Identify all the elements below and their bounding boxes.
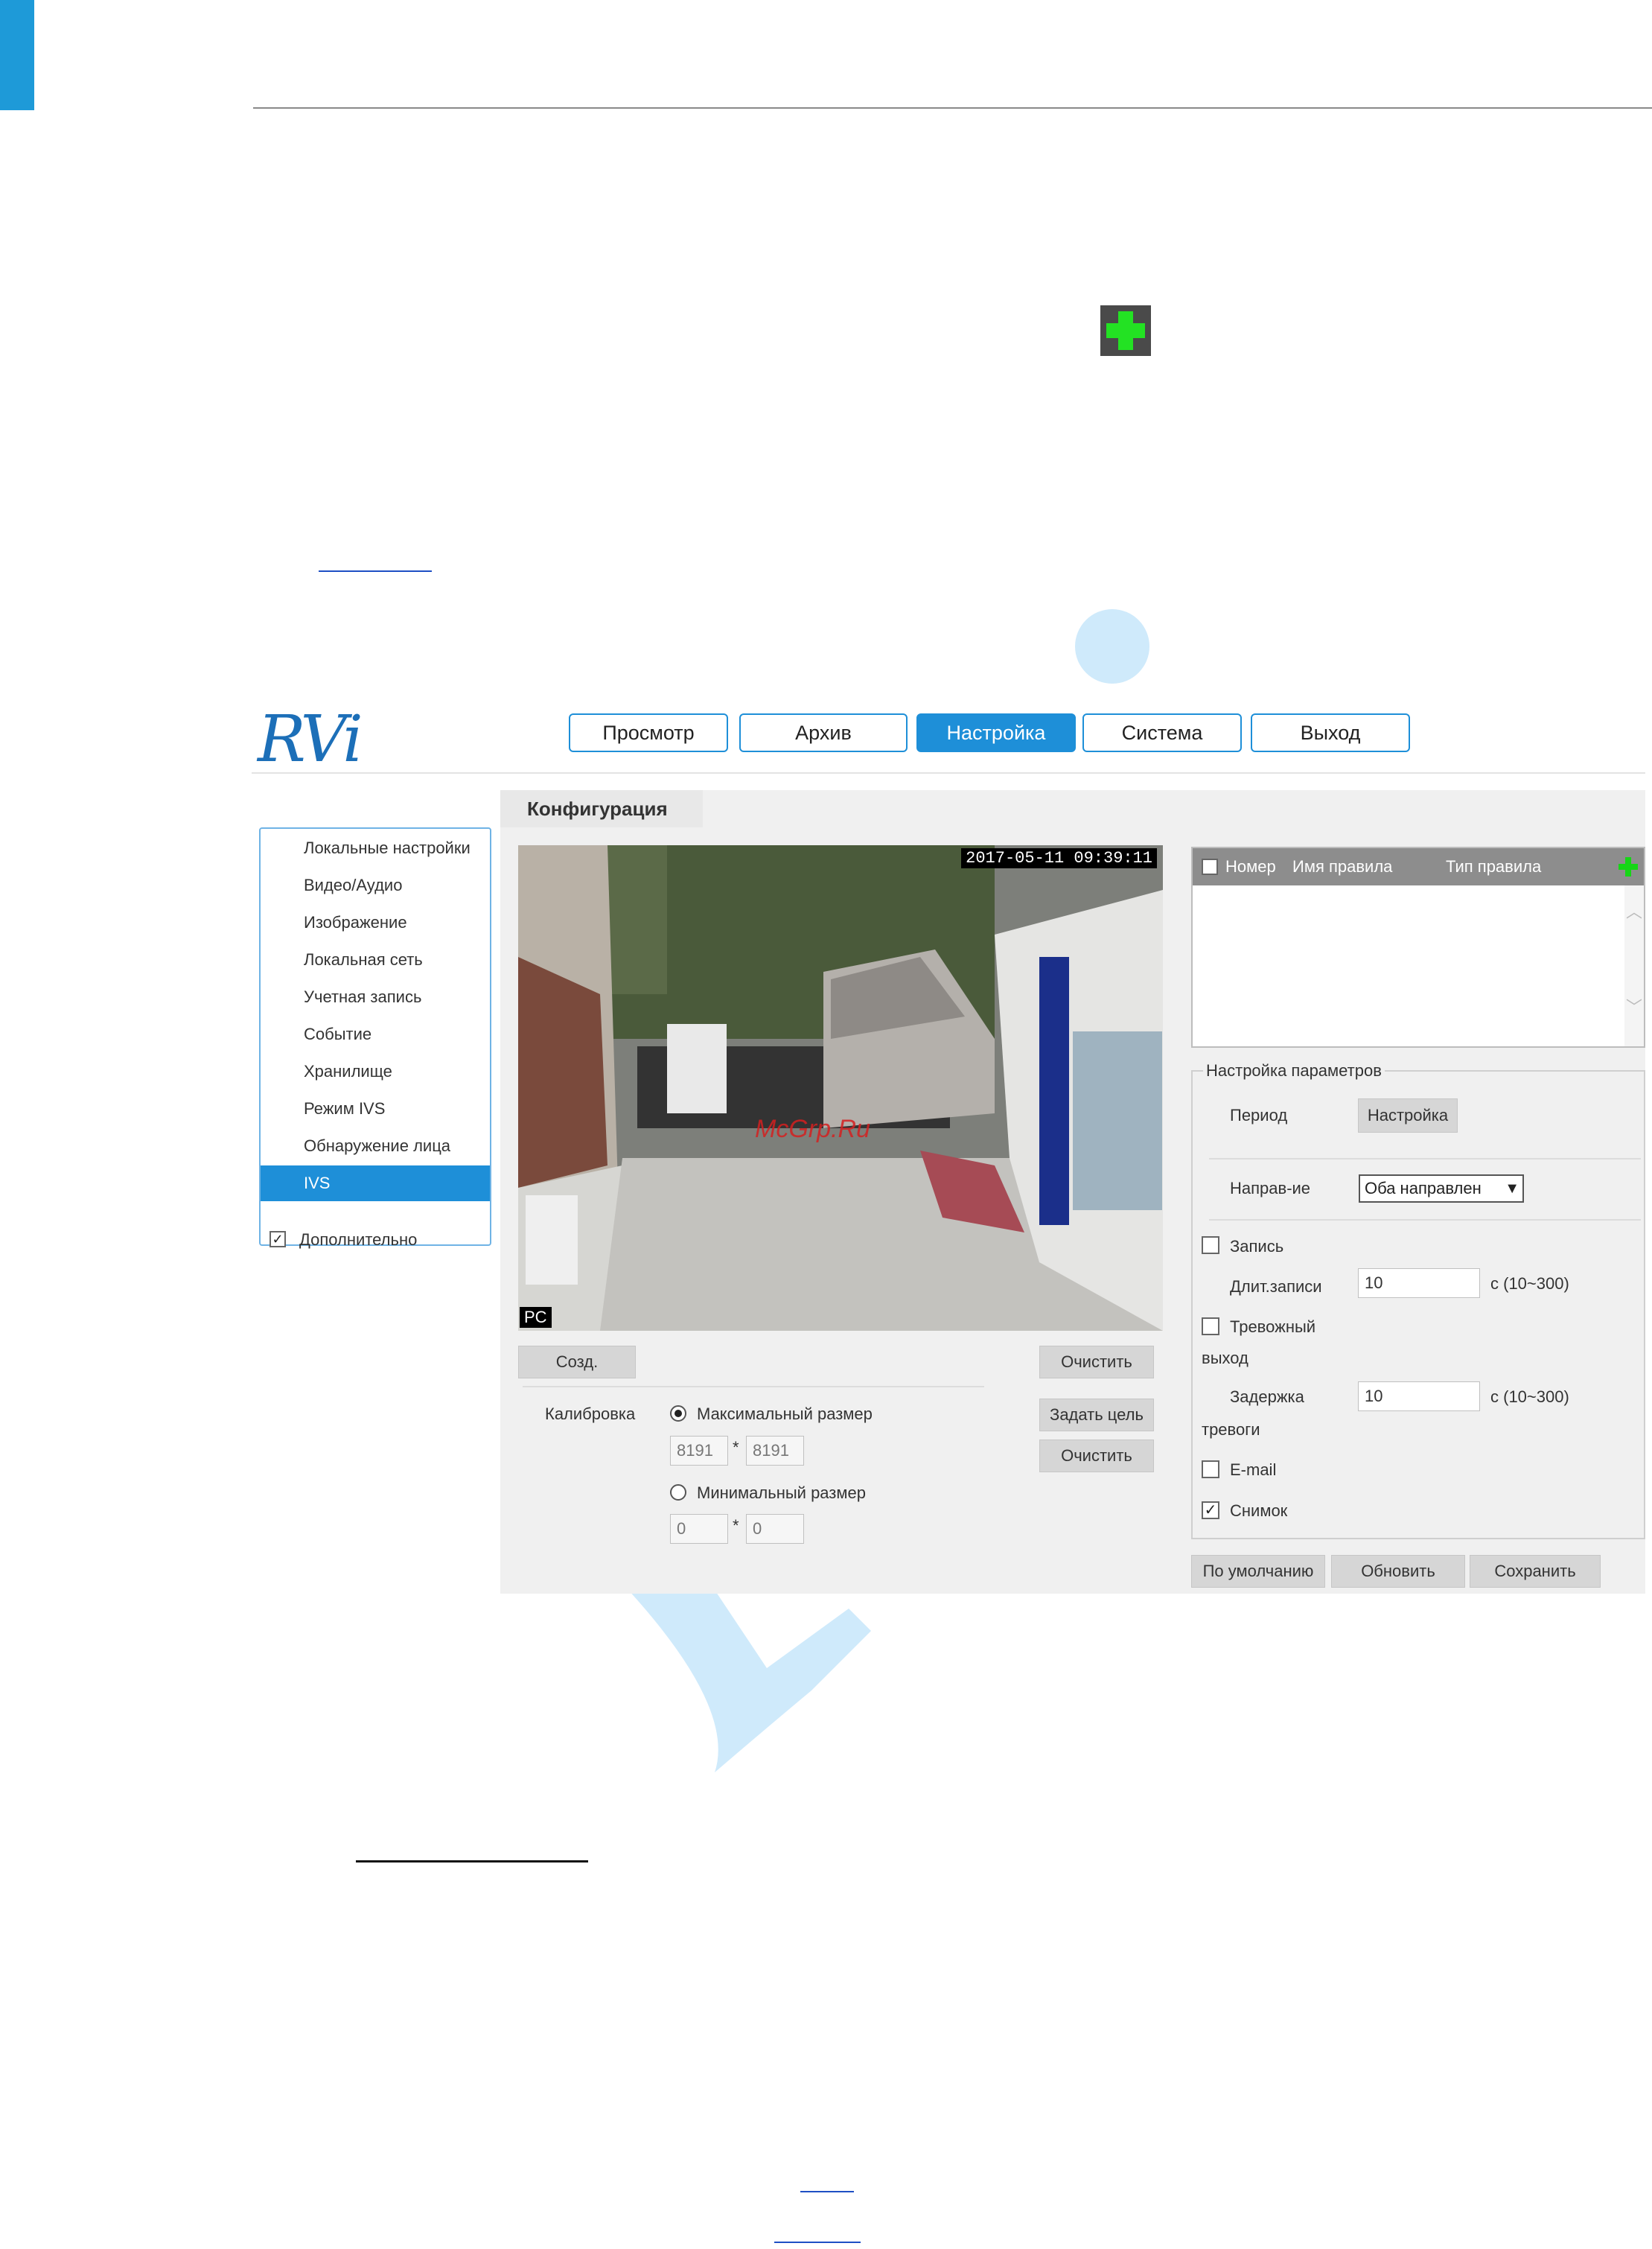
alarm-output-checkbox[interactable]	[1202, 1317, 1219, 1335]
header-divider	[252, 772, 1645, 774]
alarm-delay-label: Задержка	[1230, 1387, 1304, 1406]
watermark-shape	[618, 1579, 871, 1772]
nav-archive[interactable]: Архив	[739, 713, 908, 752]
min-width-field[interactable]: 0	[670, 1514, 728, 1544]
create-button[interactable]: Созд.	[518, 1346, 636, 1378]
sidebar-item-face-detection[interactable]: Обнаружение лица	[261, 1128, 490, 1164]
record-duration-label: Длит.записи	[1230, 1277, 1322, 1296]
alarm-output-label-2: выход	[1202, 1349, 1248, 1367]
sidebar-item-image[interactable]: Изображение	[261, 905, 490, 941]
snapshot-label: Снимок	[1230, 1501, 1288, 1520]
top-rule	[253, 107, 1652, 109]
clear-calibration-button[interactable]: Очистить	[1039, 1440, 1154, 1472]
period-label: Период	[1230, 1106, 1288, 1124]
params-divider	[1209, 1219, 1641, 1221]
link-underline	[800, 2191, 854, 2192]
min-size-label: Минимальный размер	[697, 1483, 866, 1502]
chevron-down-icon: ▼	[1505, 1180, 1519, 1197]
col-rule-type: Тип правила	[1446, 857, 1542, 876]
email-checkbox[interactable]	[1202, 1460, 1219, 1478]
default-button[interactable]: По умолчанию	[1191, 1555, 1325, 1588]
max-size-radio[interactable]	[670, 1405, 686, 1422]
col-rule-name: Имя правила	[1292, 857, 1393, 876]
video-watermark: McGrp.Ru	[755, 1115, 870, 1143]
sidebar-item-account[interactable]: Учетная запись	[261, 979, 490, 1015]
controls-divider	[523, 1386, 984, 1387]
sidebar-item-storage[interactable]: Хранилище	[261, 1054, 490, 1089]
section-underline	[356, 1860, 588, 1862]
nav-preview[interactable]: Просмотр	[569, 713, 728, 752]
calibration-label: Калибровка	[545, 1405, 636, 1423]
add-rule-icon[interactable]	[1618, 857, 1638, 877]
clear-button[interactable]: Очистить	[1039, 1346, 1154, 1378]
snapshot-checkbox[interactable]: ✓	[1202, 1501, 1219, 1519]
alarm-output-label: Тревожный	[1230, 1317, 1316, 1336]
video-corner-label: PC	[520, 1307, 552, 1328]
max-width-field[interactable]: 8191	[670, 1436, 728, 1466]
parameters-title: Настройка параметров	[1203, 1061, 1385, 1081]
alarm-delay-range: с (10~300)	[1490, 1387, 1569, 1406]
sidebar-item-network[interactable]: Локальная сеть	[261, 942, 490, 978]
period-settings-button[interactable]: Настройка	[1358, 1098, 1458, 1133]
times-sign: *	[733, 1438, 739, 1457]
watermark-circle	[1075, 609, 1149, 684]
params-divider	[1209, 1158, 1641, 1160]
set-target-button[interactable]: Задать цель	[1039, 1399, 1154, 1431]
nav-logout[interactable]: Выход	[1251, 713, 1410, 752]
record-duration-range: с (10~300)	[1490, 1274, 1569, 1293]
nav-system[interactable]: Система	[1082, 713, 1242, 752]
max-size-label: Максимальный размер	[697, 1405, 873, 1423]
scroll-up-icon[interactable]: ︿	[1624, 899, 1644, 923]
times-sign: *	[733, 1516, 739, 1535]
rules-table: Номер Имя правила Тип правила ︿ ﹀	[1191, 847, 1645, 1048]
sidebar-item-local-settings[interactable]: Локальные настройки	[261, 830, 490, 866]
nav-settings[interactable]: Настройка	[916, 713, 1076, 752]
page-corner-tab	[0, 0, 34, 110]
alarm-delay-input[interactable]: 10	[1358, 1381, 1480, 1411]
camera-scene-image	[518, 845, 1163, 1331]
link-underline	[774, 2242, 861, 2243]
min-size-radio[interactable]	[670, 1484, 686, 1501]
alarm-delay-label-2: тревоги	[1202, 1420, 1260, 1439]
record-duration-input[interactable]: 10	[1358, 1268, 1480, 1298]
sidebar-item-video-audio[interactable]: Видео/Аудио	[261, 868, 490, 903]
scroll-down-icon[interactable]: ﹀	[1624, 994, 1644, 1018]
tab-configuration[interactable]: Конфигурация	[500, 790, 703, 827]
sidebar-item-ivs[interactable]: IVS	[261, 1165, 490, 1201]
rules-table-header: Номер Имя правила Тип правила	[1193, 848, 1644, 885]
email-label: E-mail	[1230, 1460, 1277, 1479]
max-height-field[interactable]: 8191	[746, 1436, 804, 1466]
video-timestamp: 2017-05-11 09:39:11	[961, 848, 1157, 868]
ivs-settings-app: RVi Просмотр Архив Настройка Система Вых…	[252, 689, 1645, 1594]
link-underline	[319, 570, 432, 572]
settings-sidebar: Локальные настройки Видео/Аудио Изображе…	[259, 827, 491, 1249]
rules-scrollbar[interactable]: ︿ ﹀	[1624, 885, 1644, 1046]
col-number: Номер	[1225, 857, 1276, 876]
sidebar-item-extra[interactable]: Дополнительно	[261, 1222, 490, 1258]
record-checkbox[interactable]	[1202, 1236, 1219, 1254]
record-label: Запись	[1230, 1237, 1284, 1256]
direction-label: Направ-ие	[1230, 1179, 1311, 1197]
sidebar-item-ivs-mode[interactable]: Режим IVS	[261, 1091, 490, 1127]
select-all-checkbox[interactable]	[1202, 859, 1218, 875]
add-plus-icon	[1100, 305, 1151, 356]
rvi-logo: RVi	[258, 702, 363, 777]
min-height-field[interactable]: 0	[746, 1514, 804, 1544]
camera-video-view[interactable]: 2017-05-11 09:39:11 PC McGrp.Ru	[518, 845, 1163, 1331]
direction-select[interactable]: Оба направлен ▼	[1359, 1174, 1524, 1203]
save-button[interactable]: Сохранить	[1470, 1555, 1601, 1588]
sidebar-item-event[interactable]: Событие	[261, 1017, 490, 1052]
direction-value: Оба направлен	[1365, 1179, 1482, 1197]
refresh-button[interactable]: Обновить	[1331, 1555, 1465, 1588]
